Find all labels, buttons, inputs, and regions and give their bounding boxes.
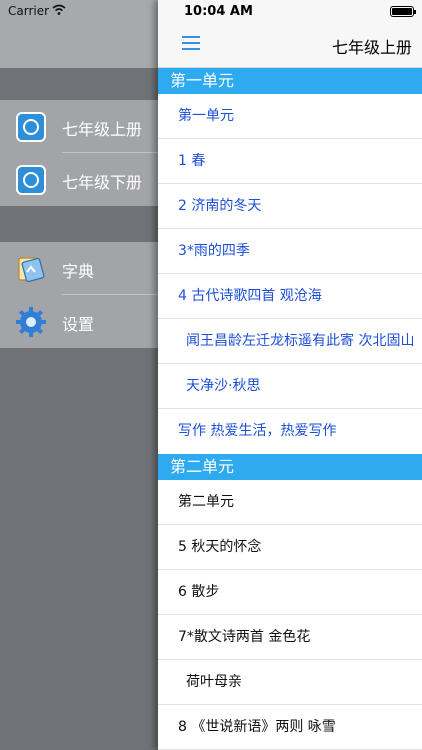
- menu-item-label: 字典: [62, 262, 95, 281]
- menu-item-label: 七年级下册: [62, 173, 143, 192]
- lesson-item[interactable]: 8 《世说新语》两则 咏雪: [158, 705, 422, 750]
- lesson-item[interactable]: 3*雨的四季: [158, 229, 422, 274]
- section-header-unit2: 第二单元: [158, 454, 422, 480]
- menu-item-grade7-vol2[interactable]: 七年级下册: [0, 153, 180, 206]
- lesson-label: 5 秋天的怀念: [178, 539, 262, 555]
- lesson-label: 闻王昌龄左迁龙标遥有此寄 次北固山: [186, 333, 415, 349]
- menu-item-dictionary[interactable]: 字典: [0, 242, 180, 295]
- book-icon: [16, 165, 46, 195]
- menu-item-label: 七年级上册: [62, 120, 143, 139]
- status-time: 10:04 AM: [184, 4, 253, 19]
- menu-item-settings[interactable]: 设置: [0, 295, 180, 348]
- lesson-label: 天净沙·秋思: [186, 378, 261, 394]
- lesson-item[interactable]: 5 秋天的怀念: [158, 525, 422, 570]
- menu-item-grade7-vol1[interactable]: 七年级上册: [0, 100, 180, 153]
- content-panel: 10:04 AM 七年级上册 第一单元 第一单元 1 春 2 济南的冬天 3*雨…: [158, 0, 422, 750]
- lesson-item[interactable]: 6 散步: [158, 570, 422, 615]
- lesson-item[interactable]: 第一单元: [158, 94, 422, 139]
- lesson-item[interactable]: 2 济南的冬天: [158, 184, 422, 229]
- lesson-item[interactable]: 1 春: [158, 139, 422, 184]
- lesson-item[interactable]: 写作 热爱生活，热爱写作: [158, 409, 422, 454]
- lesson-item[interactable]: 第二单元: [158, 480, 422, 525]
- menu-item-label: 设置: [62, 315, 95, 334]
- lesson-label: 2 济南的冬天: [178, 198, 262, 214]
- lesson-label: 8 《世说新语》两则 咏雪: [178, 719, 336, 735]
- page-title: 七年级上册: [331, 38, 412, 57]
- hamburger-menu-icon[interactable]: [182, 36, 200, 50]
- side-menu-header: Carrier: [0, 0, 180, 68]
- carrier-label: Carrier: [8, 4, 50, 18]
- lesson-label: 第二单元: [178, 494, 234, 510]
- lesson-label: 1 春: [178, 153, 206, 169]
- dictionary-icon: [18, 257, 45, 283]
- book-list: 七年级上册 七年级下册: [0, 100, 180, 206]
- lesson-label: 荷叶母亲: [186, 674, 242, 690]
- wifi-icon: [52, 4, 66, 15]
- lesson-label: 第一单元: [178, 108, 234, 124]
- lesson-item[interactable]: 7*散文诗两首 金色花: [158, 615, 422, 660]
- navigation-bar: 10:04 AM 七年级上册: [158, 0, 422, 68]
- lesson-label: 6 散步: [178, 584, 220, 600]
- lesson-label: 写作 热爱生活，热爱写作: [178, 423, 337, 439]
- tools-list: 字典 设置: [0, 242, 180, 348]
- lesson-item[interactable]: 4 古代诗歌四首 观沧海: [158, 274, 422, 319]
- lesson-label: 7*散文诗两首 金色花: [178, 629, 311, 645]
- lesson-label: 3*雨的四季: [178, 243, 250, 259]
- battery-icon: [390, 6, 416, 17]
- lesson-label: 4 古代诗歌四首 观沧海: [178, 288, 322, 304]
- gear-icon: [16, 307, 46, 337]
- lesson-item[interactable]: 天净沙·秋思: [158, 364, 422, 409]
- section-header-unit1: 第一单元: [158, 68, 422, 94]
- lesson-item[interactable]: 荷叶母亲: [158, 660, 422, 705]
- lesson-item[interactable]: 闻王昌龄左迁龙标遥有此寄 次北固山: [158, 319, 422, 364]
- book-icon: [16, 112, 46, 142]
- side-menu: Carrier 七年级上册 七年级下册 字典 设置: [0, 0, 180, 750]
